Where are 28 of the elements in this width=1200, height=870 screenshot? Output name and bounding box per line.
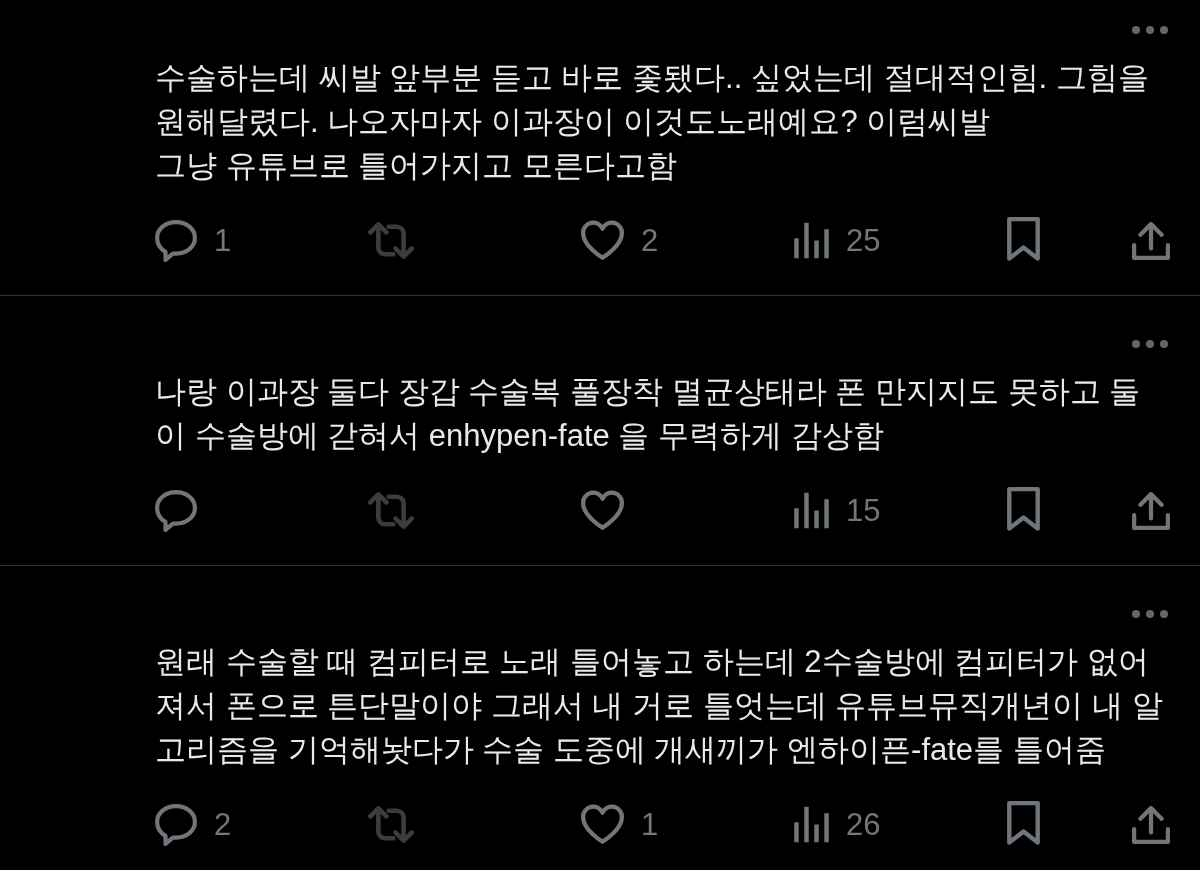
more-icon[interactable] xyxy=(1132,610,1168,618)
upload-arrow-icon[interactable] xyxy=(1132,221,1170,260)
views-button[interactable]: 25 xyxy=(794,218,881,263)
reply-button[interactable]: 1 xyxy=(155,218,232,263)
bar-chart-icon xyxy=(794,222,829,259)
post-text: 원래 수술할 때 컴피터로 노래 틀어놓고 하는데 2수술방에 컴피터가 없어 져서 폰으로 튼단말이야 그래서 내 거로 틀엇는데 유튜브뮤직개년이 내 알 고리즘을 기억해놧다가 수술 도중에 개새끼가 엔하이픈-fate를 틀어줌 xyxy=(155,643,1164,769)
upload-arrow-icon[interactable] xyxy=(1132,491,1170,530)
speech-bubble-icon xyxy=(155,803,197,846)
heart-icon[interactable] xyxy=(581,490,624,531)
views-button[interactable]: 26 xyxy=(794,802,881,847)
more-icon[interactable] xyxy=(1132,340,1168,348)
post-text: 수술하는데 씨발 앞부분 듣고 바로 좇됐다.. 싶었는데 절대적인힘. 그힘을 원해달렸다. 나오자마자 이과장이 이것도노래예요? 이럼씨발 그냥 유튜브로 틀어가지고 모른다고함 xyxy=(155,59,1150,185)
bar-chart-icon xyxy=(794,806,829,843)
views-button[interactable]: 15 xyxy=(794,488,881,533)
bookmark-icon[interactable] xyxy=(1007,801,1040,848)
like-button[interactable]: 1 xyxy=(581,802,659,847)
speech-bubble-icon[interactable] xyxy=(155,489,197,532)
more-icon[interactable] xyxy=(1132,26,1168,34)
reply-button[interactable]: 2 xyxy=(155,802,232,847)
bar-chart-icon xyxy=(794,492,829,529)
like-button[interactable]: 2 xyxy=(581,218,659,263)
speech-bubble-icon xyxy=(155,219,197,262)
post-text: 나랑 이과장 둘다 장갑 수술복 풀장착 멸균상태라 폰 만지지도 못하고 둘 이 수술방에 갇혀서 enhypen-fate 을 무력하게 감상함 xyxy=(155,373,1142,455)
heart-icon xyxy=(581,804,624,845)
heart-icon xyxy=(581,220,624,261)
bookmark-icon[interactable] xyxy=(1007,487,1040,534)
upload-arrow-icon[interactable] xyxy=(1132,805,1170,844)
bookmark-icon[interactable] xyxy=(1007,217,1040,264)
